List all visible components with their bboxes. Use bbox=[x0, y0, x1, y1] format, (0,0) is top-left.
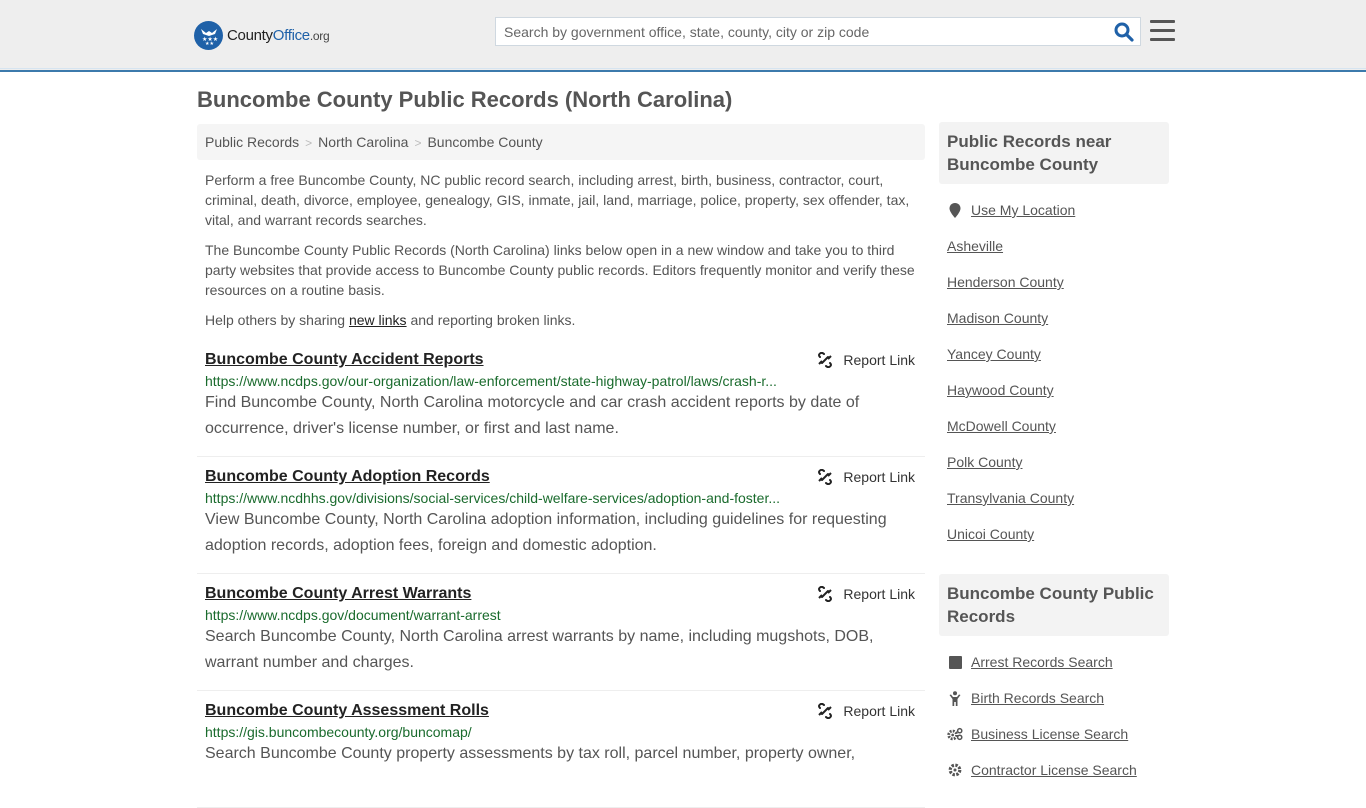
county-records-list: Arrest Records Search Birth Records Sear… bbox=[939, 636, 1169, 788]
record-url: https://www.ncdhhs.gov/divisions/social-… bbox=[205, 490, 781, 506]
record-title-link[interactable]: Buncombe County Arrest Warrants bbox=[205, 585, 471, 603]
report-link-button[interactable]: Report Link bbox=[817, 586, 915, 602]
county-record-item: Contractor License Search bbox=[947, 752, 1161, 788]
intro-paragraph-3: Help others by sharing new links and rep… bbox=[205, 312, 576, 328]
nearby-link-unicoi-county[interactable]: Unicoi County bbox=[947, 526, 1034, 542]
record-url: https://www.ncdps.gov/document/warrant-a… bbox=[205, 607, 501, 623]
breadcrumb: Public Records > North Carolina > Buncombe C… bbox=[197, 124, 925, 160]
intro-text: Perform a free Buncombe County, NC publi… bbox=[205, 170, 923, 340]
page-title: Buncombe County Public Records (North Ca… bbox=[197, 87, 733, 112]
report-link-button[interactable]: Report Link bbox=[817, 352, 915, 368]
nearby-item: Unicoi County bbox=[947, 516, 1161, 552]
breadcrumb-separator: > bbox=[305, 136, 313, 150]
sidebar: Public Records near Buncombe County Use … bbox=[939, 122, 1169, 788]
breadcrumb-buncombe-county[interactable]: Buncombe County bbox=[427, 134, 542, 150]
contractor-license-search-link[interactable]: Contractor License Search bbox=[971, 762, 1137, 778]
new-links-link[interactable]: new links bbox=[349, 312, 407, 328]
eagle-logo-icon: ★★★ ★★ bbox=[194, 20, 223, 50]
record-description: Find Buncombe County, North Carolina mot… bbox=[205, 394, 860, 437]
square-icon bbox=[947, 655, 963, 669]
report-link-button[interactable]: Report Link bbox=[817, 469, 915, 485]
record-title-link[interactable]: Buncombe County Assessment Rolls bbox=[205, 702, 489, 720]
birth-records-search-link[interactable]: Birth Records Search bbox=[971, 690, 1104, 706]
record-title-link[interactable]: Buncombe County Adoption Records bbox=[205, 468, 490, 486]
nearby-item: Henderson County bbox=[947, 264, 1161, 300]
gears-icon bbox=[947, 727, 963, 741]
county-record-item: Business License Search bbox=[947, 716, 1161, 752]
nearby-heading: Public Records near Buncombe County bbox=[939, 122, 1169, 184]
nearby-item: Transylvania County bbox=[947, 480, 1161, 516]
nearby-item: Haywood County bbox=[947, 372, 1161, 408]
record-title-link[interactable]: Buncombe County Accident Reports bbox=[205, 351, 484, 369]
broken-link-icon bbox=[818, 352, 833, 368]
record-description: View Buncombe County, North Carolina ado… bbox=[205, 511, 887, 554]
records-list: Buncombe County Accident Reports Report … bbox=[197, 340, 925, 808]
nearby-link-asheville[interactable]: Asheville bbox=[947, 238, 1003, 254]
nearby-link-transylvania-county[interactable]: Transylvania County bbox=[947, 490, 1074, 506]
intro-paragraph-1: Perform a free Buncombe County, NC publi… bbox=[205, 172, 910, 228]
record-item: Buncombe County Assessment Rolls Report … bbox=[197, 691, 925, 808]
search-icon[interactable] bbox=[1114, 22, 1134, 42]
nearby-link-polk-county[interactable]: Polk County bbox=[947, 454, 1022, 470]
report-link-button[interactable]: Report Link bbox=[817, 703, 915, 719]
nearby-link-yancey-county[interactable]: Yancey County bbox=[947, 346, 1041, 362]
nearby-item: Polk County bbox=[947, 444, 1161, 480]
nearby-item: Yancey County bbox=[947, 336, 1161, 372]
nearby-link-henderson-county[interactable]: Henderson County bbox=[947, 274, 1064, 290]
breadcrumb-separator: > bbox=[414, 136, 422, 150]
nearby-list: Use My Location Asheville Henderson Coun… bbox=[939, 184, 1169, 552]
nearby-link-haywood-county[interactable]: Haywood County bbox=[947, 382, 1054, 398]
record-item: Buncombe County Arrest Warrants Report L… bbox=[197, 574, 925, 691]
nearby-item: McDowell County bbox=[947, 408, 1161, 444]
record-url: https://gis.buncombecounty.org/buncomap/ bbox=[205, 724, 472, 740]
broken-link-icon bbox=[818, 469, 833, 485]
record-item: Buncombe County Adoption Records Report … bbox=[197, 457, 925, 574]
logo-text: CountyOffice.org bbox=[227, 26, 330, 44]
business-license-search-link[interactable]: Business License Search bbox=[971, 726, 1128, 742]
use-my-location-link[interactable]: Use My Location bbox=[971, 202, 1075, 218]
nearby-item: Asheville bbox=[947, 228, 1161, 264]
search-box bbox=[495, 17, 1141, 46]
broken-link-icon bbox=[818, 703, 833, 719]
nearby-link-mcdowell-county[interactable]: McDowell County bbox=[947, 418, 1056, 434]
county-record-item: Birth Records Search bbox=[947, 680, 1161, 716]
child-icon bbox=[947, 690, 963, 706]
breadcrumb-north-carolina[interactable]: North Carolina bbox=[318, 134, 408, 150]
arrest-records-search-link[interactable]: Arrest Records Search bbox=[971, 654, 1113, 670]
map-marker-icon bbox=[947, 202, 963, 218]
record-url: https://www.ncdps.gov/our-organization/l… bbox=[205, 373, 777, 389]
search-input[interactable] bbox=[496, 18, 1096, 45]
record-description: Search Buncombe County, North Carolina a… bbox=[205, 628, 874, 671]
logo-link[interactable]: ★★★ ★★ CountyOffice.org bbox=[194, 20, 330, 50]
svg-text:★★: ★★ bbox=[205, 41, 214, 46]
breadcrumb-public-records[interactable]: Public Records bbox=[205, 134, 299, 150]
county-record-item: Arrest Records Search bbox=[947, 644, 1161, 680]
record-item: Buncombe County Accident Reports Report … bbox=[197, 340, 925, 457]
county-records-heading: Buncombe County Public Records bbox=[939, 574, 1169, 636]
broken-link-icon bbox=[818, 586, 833, 602]
site-header: ★★★ ★★ CountyOffice.org bbox=[0, 0, 1366, 72]
nearby-link-madison-county[interactable]: Madison County bbox=[947, 310, 1048, 326]
record-description: Search Buncombe County property assessme… bbox=[205, 745, 856, 762]
hamburger-menu-icon[interactable] bbox=[1150, 20, 1175, 42]
use-my-location-item: Use My Location bbox=[947, 192, 1161, 228]
gear-icon bbox=[947, 763, 963, 777]
nearby-item: Madison County bbox=[947, 300, 1161, 336]
intro-paragraph-2: The Buncombe County Public Records (Nort… bbox=[205, 242, 915, 298]
